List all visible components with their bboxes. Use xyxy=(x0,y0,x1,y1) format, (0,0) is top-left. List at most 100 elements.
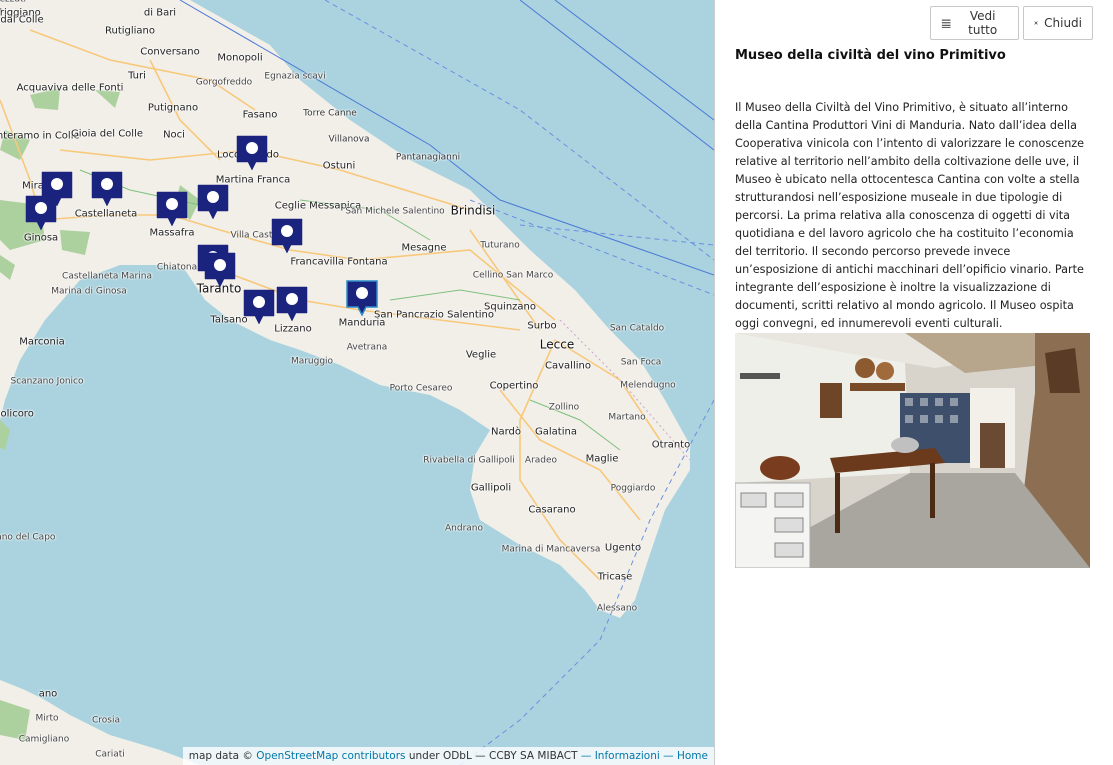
map-attribution: map data © OpenStreetMap contributors un… xyxy=(182,747,714,765)
place-label: San Cataldo xyxy=(609,323,665,334)
map-pin-icon xyxy=(91,171,123,207)
place-label: Andrano xyxy=(445,523,483,534)
place-label: Noci xyxy=(163,129,185,141)
close-icon xyxy=(1034,21,1038,25)
info-panel: Vedi tutto Chiudi Museo della civiltà de… xyxy=(714,0,1113,765)
home-link[interactable]: Home xyxy=(677,750,708,762)
place-label: Mirto xyxy=(35,713,59,724)
place-label: Putignano xyxy=(147,102,199,114)
marker-12[interactable] xyxy=(345,279,379,317)
place-label: Conversano xyxy=(140,46,200,58)
place-label: Copertino xyxy=(489,380,539,392)
place-label: Scanzano Jonico xyxy=(10,376,84,387)
place-label: Ginosa xyxy=(23,232,59,244)
place-label: Santeramo in Colle xyxy=(0,130,80,142)
place-label: Melendugno xyxy=(620,380,676,391)
place-label: Ugento xyxy=(604,542,642,554)
close-label: Chiudi xyxy=(1044,16,1082,30)
attribution-license: under ODbL — CCBY SA MIBACT xyxy=(405,750,581,762)
place-label: Egnazia scavi xyxy=(264,71,326,82)
place-label: Castellaneta xyxy=(74,208,138,220)
see-all-label: Vedi tutto xyxy=(968,9,998,37)
place-label: San Foca xyxy=(620,357,662,368)
place-label: Mesagne xyxy=(401,242,447,254)
place-label: policoro xyxy=(0,408,34,420)
place-label: Torre Canne xyxy=(303,108,357,119)
info-link[interactable]: Informazioni xyxy=(595,750,660,762)
place-label: Poggiardo xyxy=(610,483,656,494)
place-label: Marina di Mancaversa xyxy=(501,544,601,555)
place-label: Crosia xyxy=(92,715,120,726)
marker-7[interactable] xyxy=(270,217,304,255)
place-label: Monopoli xyxy=(217,52,263,64)
place-label: Chiatona xyxy=(156,262,198,273)
place-label: Cavallino xyxy=(545,360,591,372)
place-label: Tricase xyxy=(597,571,633,583)
place-label: Calopezzati xyxy=(0,0,26,6)
place-label: Maglie xyxy=(585,453,619,465)
place-label: Veglie xyxy=(465,349,497,361)
marker-3[interactable] xyxy=(24,194,58,232)
place-label: Gallipoli xyxy=(470,482,512,494)
osm-link[interactable]: OpenStreetMap contributors xyxy=(256,750,405,762)
place-label: Maruggio xyxy=(290,356,334,367)
map-pin-icon xyxy=(236,135,268,171)
map-pin-icon xyxy=(156,191,188,227)
place-label: Acquaviva delle Fonti xyxy=(16,82,124,94)
place-label: Ostuni xyxy=(322,160,356,172)
place-label: Otranto xyxy=(651,439,691,451)
attribution-prefix: map data © xyxy=(188,750,257,762)
place-label: Marconia xyxy=(19,336,65,348)
place-label: Surbo xyxy=(527,320,557,332)
place-label: Galatina xyxy=(535,426,577,438)
map-pin-icon xyxy=(271,218,303,254)
place-label: di Bari xyxy=(143,7,177,19)
place-label: Zollino xyxy=(548,402,580,413)
map[interactable]: Triggianodi Baridal ColleRutiglianoConve… xyxy=(0,0,714,765)
place-label: Gorgofreddo xyxy=(195,77,253,88)
place-label: Cellino San Marco xyxy=(472,270,554,281)
marker-9[interactable] xyxy=(203,251,237,289)
place-label: Turi xyxy=(128,70,146,82)
map-pin-icon xyxy=(197,184,229,220)
place-label: San Michele Salentino xyxy=(345,206,445,217)
map-pin-icon xyxy=(243,289,275,325)
map-pin-icon xyxy=(25,195,57,231)
museum-description: Il Museo della Civiltà del Vino Primitiv… xyxy=(735,101,1085,330)
place-label: Tuturano xyxy=(480,240,520,251)
marker-6[interactable] xyxy=(235,134,269,172)
see-all-button[interactable]: Vedi tutto xyxy=(930,6,1019,40)
map-pin-icon xyxy=(276,286,308,322)
place-label: Cariati xyxy=(95,749,125,760)
close-button[interactable]: Chiudi xyxy=(1023,6,1093,40)
map-pin-icon xyxy=(346,280,378,317)
place-label: Rutigliano xyxy=(104,25,156,37)
place-label: Villanova xyxy=(328,134,370,145)
place-label: Castellaneta Marina xyxy=(62,271,152,282)
place-label: Massafra xyxy=(149,227,195,239)
marker-2[interactable] xyxy=(90,170,124,208)
place-label: Alessano xyxy=(596,603,638,614)
place-label: San Pancrazio Salentino xyxy=(374,309,494,321)
marker-11[interactable] xyxy=(275,285,309,323)
place-label: Nardò xyxy=(490,426,522,438)
place-label: Rivabella di Gallipoli xyxy=(423,455,515,466)
list-icon xyxy=(941,19,951,28)
marker-10[interactable] xyxy=(242,288,276,326)
place-label: Avetrana xyxy=(346,342,388,353)
place-label: Lecce xyxy=(539,337,575,352)
attribution-separator-2: — xyxy=(659,750,677,762)
place-label: Marina di Ginosa xyxy=(51,286,127,297)
attribution-separator-1: — xyxy=(580,750,595,762)
place-label: Camigliano xyxy=(18,734,70,745)
place-label: ano xyxy=(38,688,58,700)
map-pin-icon xyxy=(204,252,236,288)
place-label: Pantanagianni xyxy=(395,152,461,163)
place-label: Martano xyxy=(608,412,646,423)
marker-4[interactable] xyxy=(155,190,189,228)
marker-5[interactable] xyxy=(196,183,230,221)
museum-title: Museo della civiltà del vino Primitivo xyxy=(735,48,1006,63)
place-label: Gioia del Colle xyxy=(71,128,143,140)
place-label: Lizzano xyxy=(274,323,312,335)
place-label: Francavilla Fontana xyxy=(290,256,388,268)
